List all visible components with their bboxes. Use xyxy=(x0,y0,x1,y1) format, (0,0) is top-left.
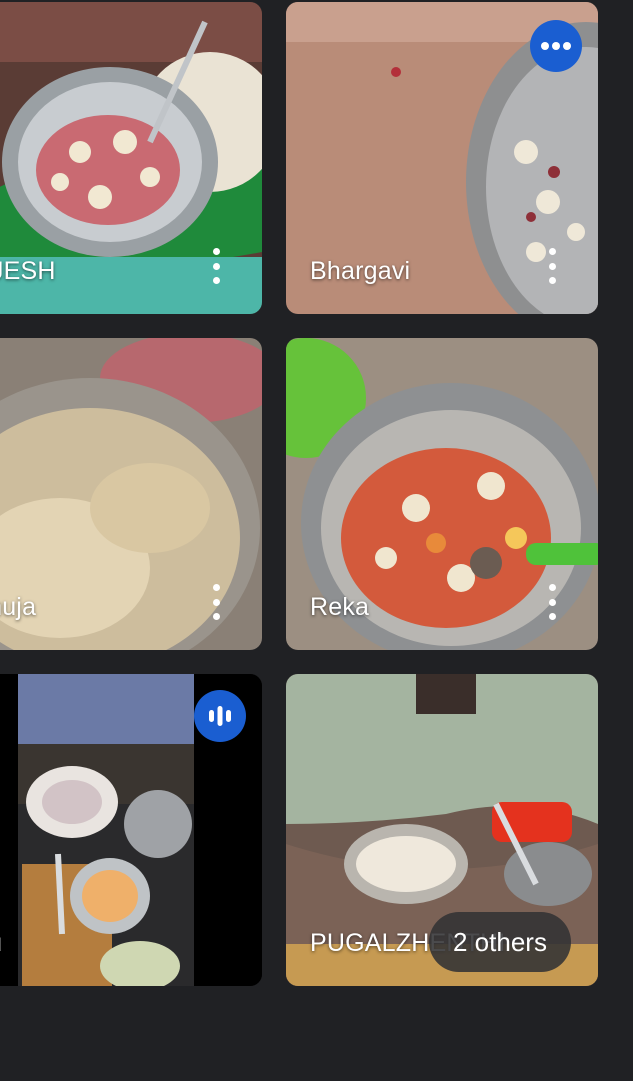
others-chip-label: 2 others xyxy=(453,926,547,957)
participant-tile-ajesh[interactable]: AJESH xyxy=(0,2,262,314)
participant-name: Bhargavi xyxy=(310,257,411,285)
more-vert-icon[interactable] xyxy=(206,248,226,284)
more-vert-icon[interactable] xyxy=(542,584,562,620)
participant-name: anuja xyxy=(0,593,37,621)
more-vert-icon[interactable] xyxy=(542,248,562,284)
participant-tile-reka[interactable]: Reka xyxy=(286,338,598,650)
meeting-grid: AJESH Bhargavi xyxy=(0,0,633,1081)
audio-level-icon xyxy=(194,690,246,742)
participant-tile-anuja[interactable]: anuja xyxy=(0,338,262,650)
more-vert-icon[interactable] xyxy=(206,584,226,620)
participant-name: Reka xyxy=(310,593,370,621)
more-horiz-icon[interactable] xyxy=(530,20,582,72)
participant-tile-bhargavi[interactable]: Bhargavi xyxy=(286,2,598,314)
participant-name: AJESH xyxy=(0,257,56,285)
others-chip[interactable]: 2 others xyxy=(429,912,571,972)
participant-name: ou xyxy=(0,929,2,958)
participant-tile-ou[interactable]: ou xyxy=(0,674,262,986)
